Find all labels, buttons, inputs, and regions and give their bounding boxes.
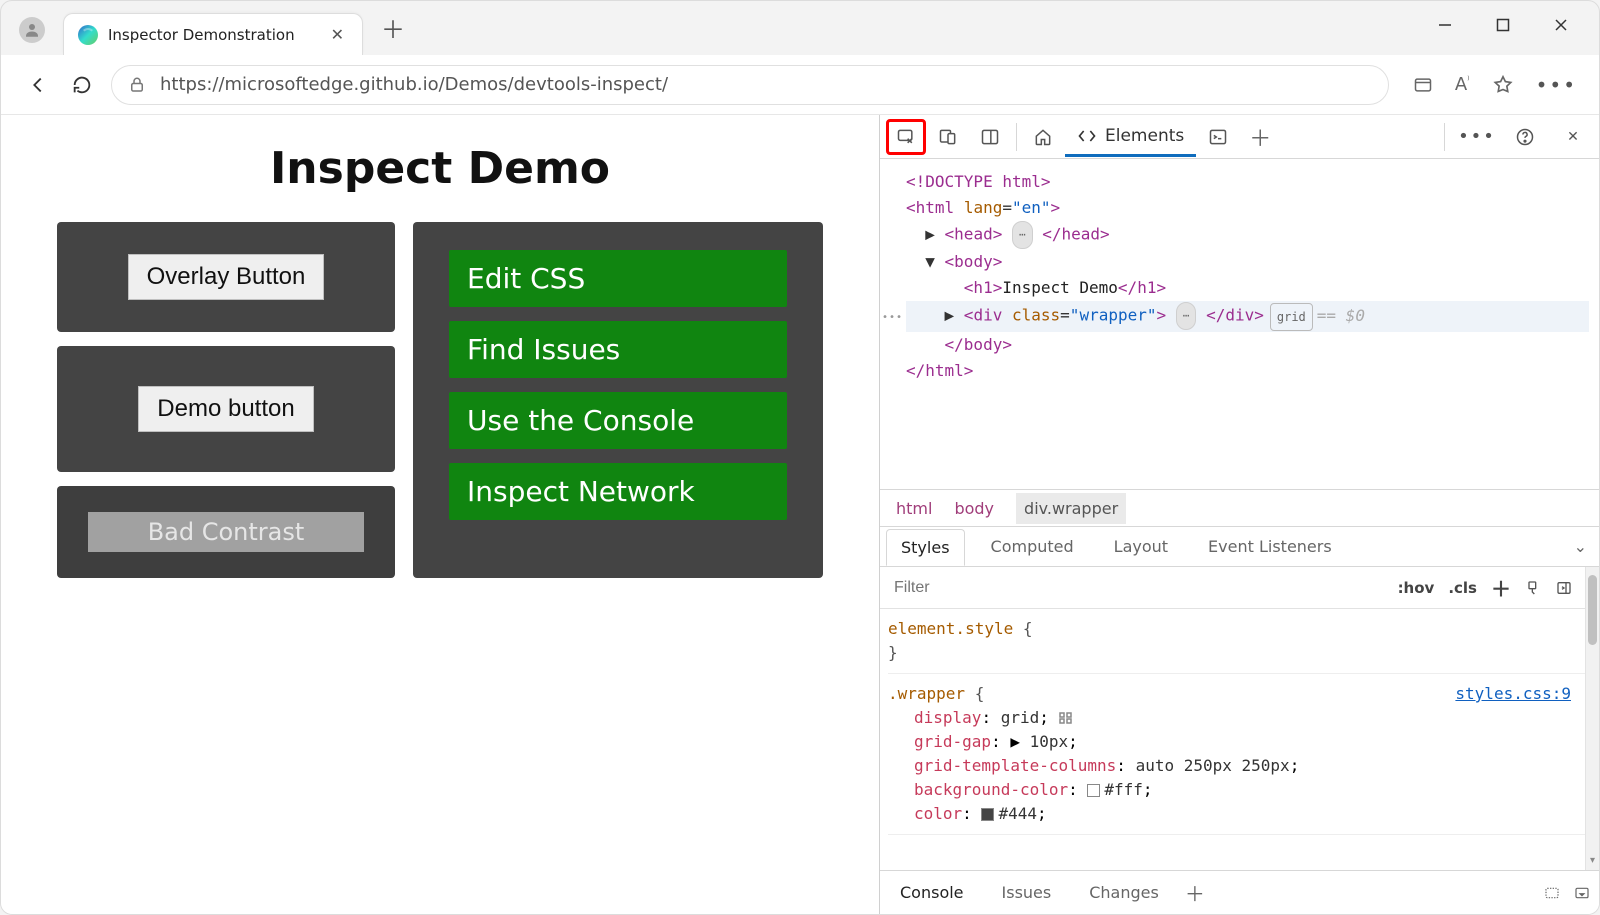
new-tab-button[interactable]: ＋	[363, 10, 423, 55]
rule-source-link[interactable]: styles.css:9	[1455, 682, 1571, 706]
titlebar: Inspector Demonstration ✕ ＋	[1, 1, 1599, 55]
welcome-tab-icon[interactable]	[1023, 119, 1063, 155]
breadcrumb-current[interactable]: div.wrapper	[1016, 493, 1126, 524]
close-window-icon[interactable]	[1551, 15, 1571, 35]
new-style-rule-icon[interactable]: ＋	[1491, 573, 1511, 602]
console-drawer-icon[interactable]	[1198, 119, 1238, 155]
url-text: https://microsoftedge.github.io/Demos/de…	[160, 74, 668, 95]
link-use-console[interactable]: Use the Console	[449, 392, 787, 449]
devtools-toolbar: Elements ＋ ••• ✕	[880, 115, 1599, 159]
app-mode-icon[interactable]	[1413, 75, 1433, 95]
devtools-panel: Elements ＋ ••• ✕ <!DOCTYPE html> <html l…	[879, 115, 1599, 914]
card-bad-contrast: Bad Contrast	[57, 486, 395, 578]
drawer-issues-tab[interactable]: Issues	[990, 875, 1064, 910]
maximize-icon[interactable]	[1493, 15, 1513, 35]
profile-avatar-icon[interactable]	[19, 17, 45, 43]
dock-side-icon[interactable]	[970, 119, 1010, 155]
cls-toggle[interactable]: .cls	[1448, 579, 1477, 597]
dom-tree[interactable]: <!DOCTYPE html> <html lang="en"> ▶ <head…	[880, 159, 1599, 489]
card-demo: Demo button	[57, 346, 395, 472]
read-aloud-icon[interactable]: A⁾	[1455, 74, 1470, 95]
devtools-help-icon[interactable]	[1505, 119, 1545, 155]
back-button[interactable]	[23, 70, 53, 100]
link-edit-css[interactable]: Edit CSS	[449, 250, 787, 307]
window-controls	[1435, 15, 1589, 55]
elements-tab[interactable]: Elements	[1065, 116, 1196, 157]
card-overlay: Overlay Button	[57, 222, 395, 332]
overlay-button[interactable]: Overlay Button	[128, 254, 325, 300]
drawer-dock-icon[interactable]	[1543, 885, 1561, 901]
page-title: Inspect Demo	[57, 143, 823, 194]
wrapper-rule[interactable]: styles.css:9 .wrapper { display: grid; g…	[888, 680, 1585, 835]
devtools-drawer: Console Issues Changes ＋	[880, 870, 1599, 914]
more-icon[interactable]: •••	[1536, 73, 1577, 97]
edge-favicon-icon	[78, 25, 98, 45]
device-toolbar-icon[interactable]	[928, 119, 968, 155]
breadcrumb-html[interactable]: html	[896, 499, 932, 518]
styles-pane[interactable]: element.style { } styles.css:9 .wrapper …	[880, 609, 1585, 870]
drawer-changes-tab[interactable]: Changes	[1077, 875, 1171, 910]
url-field[interactable]: https://microsoftedge.github.io/Demos/de…	[111, 65, 1389, 105]
tab-title: Inspector Demonstration	[108, 26, 317, 44]
breadcrumb-body[interactable]: body	[954, 499, 994, 518]
computed-tab[interactable]: Computed	[977, 529, 1088, 564]
drawer-add-tab-icon[interactable]: ＋	[1185, 878, 1205, 907]
grid-editor-icon[interactable]	[1059, 712, 1074, 725]
drawer-expand-icon[interactable]	[1573, 885, 1591, 901]
dom-breadcrumb[interactable]: html body div.wrapper	[880, 489, 1599, 527]
favorite-icon[interactable]	[1492, 74, 1514, 96]
card-links: Edit CSS Find Issues Use the Console Ins…	[413, 222, 823, 578]
scroll-thumb[interactable]	[1588, 575, 1597, 645]
bad-contrast-text: Bad Contrast	[88, 512, 364, 552]
color-swatch-icon[interactable]	[1087, 784, 1100, 797]
scrollbar[interactable]: ▾	[1585, 567, 1599, 870]
drawer-console-tab[interactable]: Console	[888, 875, 976, 910]
address-bar: https://microsoftedge.github.io/Demos/de…	[1, 55, 1599, 115]
demo-page: Inspect Demo Overlay Button Demo button …	[1, 115, 879, 914]
styles-tabstrip: Styles Computed Layout Event Listeners ⌄	[880, 527, 1599, 567]
styles-tab[interactable]: Styles	[886, 529, 965, 566]
selected-dom-node[interactable]: ▶ <div class="wrapper"> ⋯ </div>grid== $…	[906, 301, 1589, 332]
color-swatch-icon[interactable]	[981, 808, 994, 821]
element-style-rule[interactable]: element.style { }	[888, 615, 1585, 674]
close-tab-icon[interactable]: ✕	[327, 23, 348, 46]
hov-toggle[interactable]: :hov	[1398, 579, 1435, 597]
devtools-close-icon[interactable]: ✕	[1553, 119, 1593, 155]
minimize-icon[interactable]	[1435, 15, 1455, 35]
demo-button[interactable]: Demo button	[138, 386, 313, 432]
link-inspect-network[interactable]: Inspect Network	[449, 463, 787, 520]
styles-filter-row: :hov .cls ＋	[880, 567, 1585, 609]
site-info-icon[interactable]	[128, 76, 146, 94]
link-find-issues[interactable]: Find Issues	[449, 321, 787, 378]
styles-filter-input[interactable]	[888, 571, 1386, 605]
layout-tab[interactable]: Layout	[1100, 529, 1182, 564]
content-area: Inspect Demo Overlay Button Demo button …	[1, 115, 1599, 914]
chevron-down-icon[interactable]: ⌄	[1574, 537, 1587, 556]
paint-icon[interactable]	[1525, 580, 1541, 596]
panel-toggle-icon[interactable]	[1555, 580, 1573, 596]
browser-tab[interactable]: Inspector Demonstration ✕	[63, 13, 363, 55]
add-tab-icon[interactable]: ＋	[1240, 119, 1280, 155]
browser-window: Inspector Demonstration ✕ ＋ https://micr…	[0, 0, 1600, 915]
devtools-more-icon[interactable]: •••	[1457, 119, 1497, 155]
inspect-element-icon[interactable]	[886, 119, 926, 155]
refresh-button[interactable]	[67, 70, 97, 100]
event-listeners-tab[interactable]: Event Listeners	[1194, 529, 1346, 564]
